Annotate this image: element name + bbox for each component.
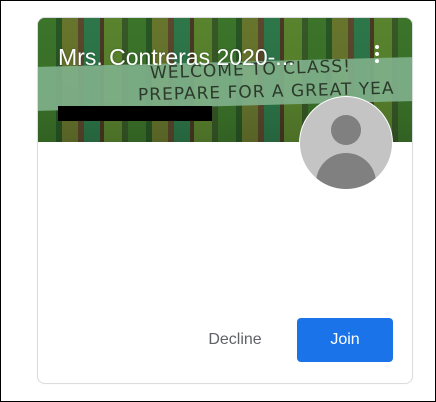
- page-frame: WELCOME TO CLASS! PREPARE FOR A GREAT YE…: [0, 0, 436, 402]
- teacher-avatar: [299, 96, 393, 190]
- class-title[interactable]: Mrs. Contreras 2020-...: [58, 44, 294, 71]
- redacted-teacher-name: [58, 106, 212, 121]
- person-placeholder-icon: [300, 97, 392, 189]
- decline-button[interactable]: Decline: [194, 318, 276, 362]
- join-button[interactable]: Join: [297, 318, 393, 362]
- more-vert-icon[interactable]: [370, 40, 384, 68]
- class-invite-card: WELCOME TO CLASS! PREPARE FOR A GREAT YE…: [37, 17, 413, 384]
